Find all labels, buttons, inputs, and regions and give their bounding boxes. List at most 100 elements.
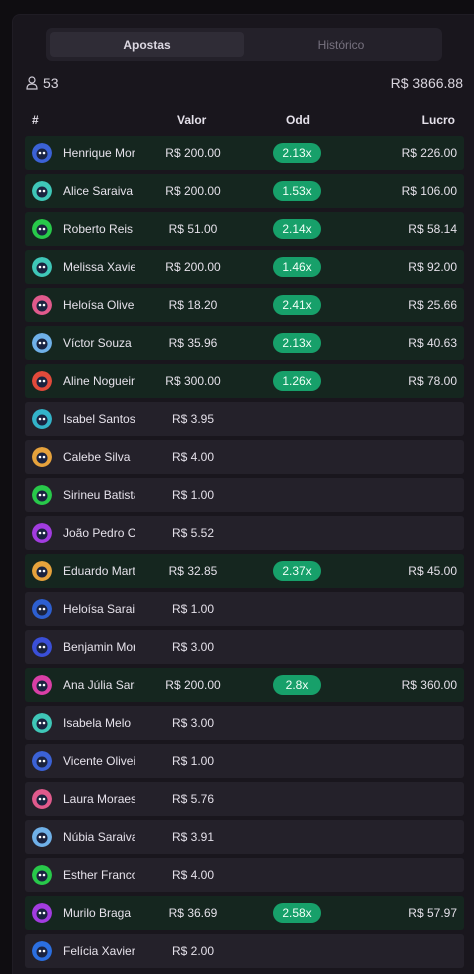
tab-bar: Apostas Histórico	[46, 28, 442, 61]
tab-historico[interactable]: Histórico	[244, 32, 438, 57]
bet-value: R$ 300.00	[165, 374, 221, 388]
bet-value: R$ 4.00	[171, 868, 215, 882]
blue-cowboy-avatar	[32, 143, 52, 163]
table-row: Calebe Silva R$ 4.00	[25, 440, 464, 474]
table-row: Alice Saraiva R$ 200.00 1.53x R$ 106.00	[25, 174, 464, 208]
table-row: Benjamin Moraes R$ 3.00	[25, 630, 464, 664]
teal-hood-avatar	[32, 257, 52, 277]
bet-profit: R$ 25.66	[408, 298, 457, 312]
player-name: Aline Nogueira	[63, 374, 135, 388]
bet-value: R$ 200.00	[165, 678, 221, 692]
player-name: Laura Moraes	[63, 792, 135, 806]
pink-blob-avatar	[32, 295, 52, 315]
player-name: Vicente Oliveira	[63, 754, 135, 768]
table-header: # Valor Odd Lucro	[25, 113, 474, 129]
player-name: Heloísa Oliveira	[63, 298, 135, 312]
player-name: João Pedro Costa	[63, 526, 135, 540]
orange-blob-avatar	[32, 561, 52, 581]
bet-value: R$ 2.00	[171, 944, 215, 958]
bet-value: R$ 18.20	[168, 298, 218, 312]
teal-hood-avatar	[32, 713, 52, 733]
green-ring-avatar	[32, 865, 52, 885]
bet-value: R$ 3.91	[171, 830, 215, 844]
player-name: Murilo Braga	[63, 906, 132, 920]
bet-value: R$ 4.00	[171, 450, 215, 464]
bet-value: R$ 200.00	[165, 260, 221, 274]
bet-value: R$ 1.00	[171, 602, 215, 616]
bet-profit: R$ 58.14	[408, 222, 457, 236]
bet-value: R$ 51.00	[168, 222, 218, 236]
player-name: Isabela Melo	[63, 716, 132, 730]
sky-blob-avatar	[32, 827, 52, 847]
player-name: Henrique Morais	[63, 146, 135, 160]
pink-blob-avatar	[32, 789, 52, 809]
odd-badge: 2.58x	[273, 903, 321, 923]
player-name: Núbia Saraiva	[63, 830, 135, 844]
bets-panel: Apostas Histórico 53 R$ 3866.88 # Valor …	[12, 14, 474, 974]
table-row: Vicente Oliveira R$ 1.00	[25, 744, 464, 778]
bets-list: Henrique Morais R$ 200.00 2.13x R$ 226.00 Al…	[25, 136, 464, 972]
bet-value: R$ 5.52	[171, 526, 215, 540]
bet-profit: R$ 92.00	[408, 260, 457, 274]
table-row: Isabela Melo R$ 3.00	[25, 706, 464, 740]
bet-profit: R$ 78.00	[408, 374, 457, 388]
player-name: Melissa Xavier	[63, 260, 135, 274]
bet-profit: R$ 360.00	[401, 678, 457, 692]
bet-value: R$ 1.00	[171, 754, 215, 768]
bet-value: R$ 3.00	[171, 716, 215, 730]
odd-badge: 2.13x	[273, 143, 321, 163]
blue-shades-avatar	[32, 941, 52, 961]
bet-profit: R$ 57.97	[408, 906, 457, 920]
odd-badge: 2.13x	[273, 333, 321, 353]
table-row: Heloísa Saraiva R$ 1.00	[25, 592, 464, 626]
table-row: Ana Júlia Saraiva R$ 200.00 2.8x R$ 360.00	[25, 668, 464, 702]
odd-badge: 1.53x	[273, 181, 321, 201]
table-row: Roberto Reis R$ 51.00 2.14x R$ 58.14	[25, 212, 464, 246]
player-name: Alice Saraiva	[63, 184, 134, 198]
player-name: Sirineu Batista	[63, 488, 135, 502]
bet-value: R$ 3.00	[171, 640, 215, 654]
bet-value: R$ 200.00	[165, 184, 221, 198]
bet-value: R$ 32.85	[168, 564, 218, 578]
table-row: Henrique Morais R$ 200.00 2.13x R$ 226.00	[25, 136, 464, 170]
blue-cowboy-avatar	[32, 751, 52, 771]
table-row: Murilo Braga R$ 36.69 2.58x R$ 57.97	[25, 896, 464, 930]
teal-hood-avatar	[32, 181, 52, 201]
table-row: Melissa Xavier R$ 200.00 1.46x R$ 92.00	[25, 250, 464, 284]
player-name: Esther Franco	[63, 868, 135, 882]
player-name: Isabel Santos	[63, 412, 135, 426]
header-rank: #	[32, 113, 39, 127]
bet-value: R$ 5.76	[171, 792, 215, 806]
table-row: João Pedro Costa R$ 5.52	[25, 516, 464, 550]
table-row: Eduardo Martins R$ 32.85 2.37x R$ 45.00	[25, 554, 464, 588]
orange-blob-avatar	[32, 447, 52, 467]
bet-value: R$ 3.95	[171, 412, 215, 426]
table-row: Sirineu Batista R$ 1.00	[25, 478, 464, 512]
odd-badge: 1.26x	[273, 371, 321, 391]
table-row: Isabel Santos R$ 3.95	[25, 402, 464, 436]
odd-badge: 1.46x	[273, 257, 321, 277]
navy-blob-avatar	[32, 637, 52, 657]
player-name: Heloísa Saraiva	[63, 602, 135, 616]
table-row: Esther Franco R$ 4.00	[25, 858, 464, 892]
header-value: Valor	[177, 113, 207, 127]
cyan-blob-avatar	[32, 409, 52, 429]
bet-profit: R$ 45.00	[408, 564, 457, 578]
sky-blob-avatar	[32, 333, 52, 353]
table-row: Felícia Xavier R$ 2.00	[25, 934, 464, 968]
player-name: Ana Júlia Saraiva	[63, 678, 135, 692]
player-count: 53	[26, 75, 59, 91]
odd-badge: 2.37x	[273, 561, 321, 581]
player-name: Benjamin Moraes	[63, 640, 135, 654]
header-odd: Odd	[286, 113, 310, 127]
green-ring-avatar	[32, 485, 52, 505]
player-count-value: 53	[43, 75, 59, 91]
odd-badge: 2.8x	[273, 675, 321, 695]
player-name: Eduardo Martins	[63, 564, 135, 578]
bet-profit: R$ 40.63	[408, 336, 457, 350]
bet-profit: R$ 226.00	[401, 146, 457, 160]
bet-profit: R$ 106.00	[401, 184, 457, 198]
blue-globe-avatar	[32, 599, 52, 619]
header-profit: Lucro	[421, 113, 455, 127]
tab-apostas[interactable]: Apostas	[50, 32, 244, 57]
